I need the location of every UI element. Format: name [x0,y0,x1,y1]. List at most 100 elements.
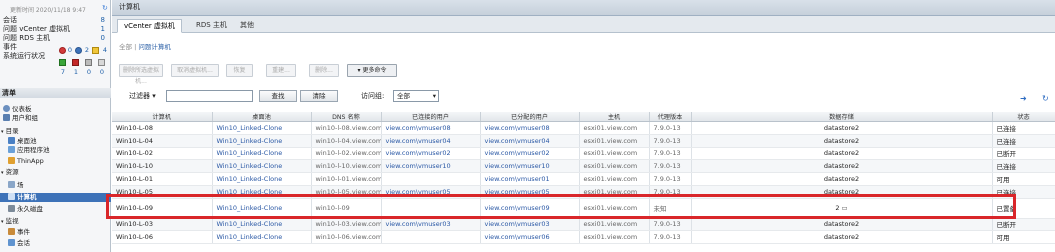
col-desktop-pool[interactable]: 桌面池 [212,112,312,122]
col-machine[interactable]: 计算机 [112,112,213,122]
cell-assigned-user[interactable]: view.com\vmuser01 [480,172,580,186]
page-title: 计算机 [112,0,1055,16]
filter-dropdown[interactable]: 过滤器 ▾ [129,91,156,101]
farm-icon [8,181,15,188]
cell-connected-user[interactable]: view.com\vmuser02 [381,147,481,161]
stat-value: 1 [100,25,105,33]
stat-sessions[interactable]: 会话 8 [3,16,107,25]
tree-label: 桌面池 [17,137,37,145]
event-error-count[interactable]: 0 [66,46,74,54]
access-group-select[interactable]: 全部 ▾ [393,90,439,102]
cell-connected-user[interactable] [381,230,481,244]
tree-monitoring[interactable]: ▾ 监视 [0,217,111,226]
tab-rds-hosts[interactable]: RDS 主机 [190,19,233,33]
cell-assigned-user[interactable]: view.com\vmuser02 [480,147,580,161]
event-info-count[interactable]: 2 [83,46,91,54]
refresh-icon[interactable]: ↻ [1042,94,1049,103]
table-row[interactable]: Win10-L-06 Win10_Linked-Clone win10-l-06.v… [112,230,1055,244]
cell-agent-version: 7.9.0-13 [649,159,692,173]
cell-desktop-pool[interactable]: Win10_Linked-Clone [212,172,312,186]
breadcrumb-current[interactable]: 问题计算机 [138,43,171,51]
tree-machines[interactable]: 计算机 [0,193,111,202]
cell-connected-user[interactable]: view.com\vmuser10 [381,159,481,173]
health-count-ok[interactable]: 7 [59,68,67,76]
cell-agent-version: 7.9.0-13 [649,218,692,232]
health-count-error[interactable]: 1 [72,68,80,76]
rebuild-button[interactable]: 重建... [266,64,296,77]
cell-assigned-user[interactable]: view.com\vmuser04 [480,134,580,148]
export-icon[interactable]: ➜ [1020,94,1027,103]
tree-farms[interactable]: 场 [0,181,111,190]
table-row[interactable]: Win10-L-01 Win10_Linked-Clone win10-l-01.v… [112,172,1055,186]
expand-icon[interactable]: ▾ [1,219,4,225]
col-dns-name[interactable]: DNS 名称 [311,112,382,122]
col-connected-user[interactable]: 已连接的用户 [381,112,481,122]
cell-desktop-pool[interactable]: Win10_Linked-Clone [212,218,312,232]
tree-thinapp[interactable]: ThinApp [0,157,111,166]
access-group-label: 访问组: [361,92,385,100]
delete-button[interactable]: 删除... [309,64,339,77]
tree-label: 永久磁盘 [17,205,43,213]
cell-connected-user[interactable]: view.com\vmuser08 [381,121,481,135]
col-datastore[interactable]: 数据存储 [691,112,993,122]
expand-icon[interactable]: ▾ [1,170,4,176]
cell-desktop-pool[interactable]: Win10_Linked-Clone [212,159,312,173]
tree-events[interactable]: 事件 [0,228,111,237]
cell-desktop-pool[interactable]: Win10_Linked-Clone [212,134,312,148]
table-row[interactable]: Win10-L-04 Win10_Linked-Clone win10-l-04.v… [112,134,1055,148]
cell-assigned-user[interactable]: view.com\vmuser10 [480,159,580,173]
cell-status: 已断开 [992,147,1055,161]
clear-button[interactable]: 清除 [300,90,338,102]
tree-desktop-pools[interactable]: 桌面池 [0,137,111,146]
health-count-unknown[interactable]: 0 [98,68,106,76]
table-row[interactable]: Win10-L-08 Win10_Linked-Clone win10-l-08.v… [112,121,1055,135]
cell-desktop-pool[interactable]: Win10_Linked-Clone [212,230,312,244]
cell-dns-name: win10-l-03.view.com [311,218,382,232]
tab-other[interactable]: 其他 [234,19,260,33]
cell-connected-user[interactable] [381,172,481,186]
chevron-down-icon: ▾ [432,92,436,100]
cell-desktop-pool[interactable]: Win10_Linked-Clone [212,121,312,135]
cell-status: 可用 [992,230,1055,244]
cell-machine: Win10-L-01 [112,172,213,186]
tree-resources[interactable]: ▾ 资源 [0,168,111,177]
cell-datastore: datastore2 [691,218,993,232]
recover-button[interactable]: 恢复 [226,64,253,77]
col-host[interactable]: 主机 [579,112,650,122]
tree-catalog[interactable]: ▾ 目录 [0,127,111,136]
col-agent-version[interactable]: 代理版本 [649,112,692,122]
cell-assigned-user[interactable]: view.com\vmuser08 [480,121,580,135]
cell-assigned-user[interactable]: view.com\vmuser06 [480,230,580,244]
table-row[interactable]: Win10-L-02 Win10_Linked-Clone win10-l-02.v… [112,147,1055,161]
filter-input[interactable] [166,90,253,102]
tree-sessions[interactable]: 会话 [0,239,111,248]
stat-problem-vms[interactable]: 问题 vCenter 虚拟机 1 [3,25,107,34]
health-count-warn[interactable]: 0 [85,68,93,76]
find-button[interactable]: 查找 [259,90,297,102]
tab-vcenter-vms[interactable]: vCenter 虚拟机 [117,19,182,33]
cell-dns-name: win10-l-08.view.com [311,121,382,135]
more-commands-button[interactable]: ▾ 更多命令 [347,64,397,77]
tree-users-groups[interactable]: 用户和组 [0,114,111,123]
expand-icon[interactable]: ▾ [1,129,4,135]
table-row[interactable]: Win10-L-10 Win10_Linked-Clone win10-l-10.v… [112,159,1055,173]
inventory-header: 清单 [0,88,111,98]
cell-assigned-user[interactable]: view.com\vmuser03 [480,218,580,232]
tree-dashboard[interactable]: 仪表板 [0,105,111,114]
tree-app-pools[interactable]: 应用程序池 [0,146,111,155]
stat-problem-rds[interactable]: 问题 RDS 主机 0 [3,34,107,43]
table-row[interactable]: Win10-L-03 Win10_Linked-Clone win10-l-03.v… [112,218,1055,232]
breadcrumb-all[interactable]: 全部 [119,43,132,51]
tree-persistent-disks[interactable]: 永久磁盘 [0,205,111,214]
col-status[interactable]: 状态 [992,112,1055,122]
event-warning-count[interactable]: 4 [101,46,109,54]
col-assigned-user[interactable]: 已分配的用户 [480,112,580,122]
cell-connected-user[interactable]: view.com\vmuser03 [381,218,481,232]
tree-label: 会话 [17,239,30,247]
cell-desktop-pool[interactable]: Win10_Linked-Clone [212,147,312,161]
cancel-vm-button[interactable]: 取消虚拟机... [171,64,219,77]
events-icon [8,228,15,235]
cell-connected-user[interactable]: view.com\vmuser04 [381,134,481,148]
remove-vm-button[interactable]: 删除所选虚拟机... [119,64,163,85]
refresh-icon[interactable]: ↻ [102,4,108,12]
